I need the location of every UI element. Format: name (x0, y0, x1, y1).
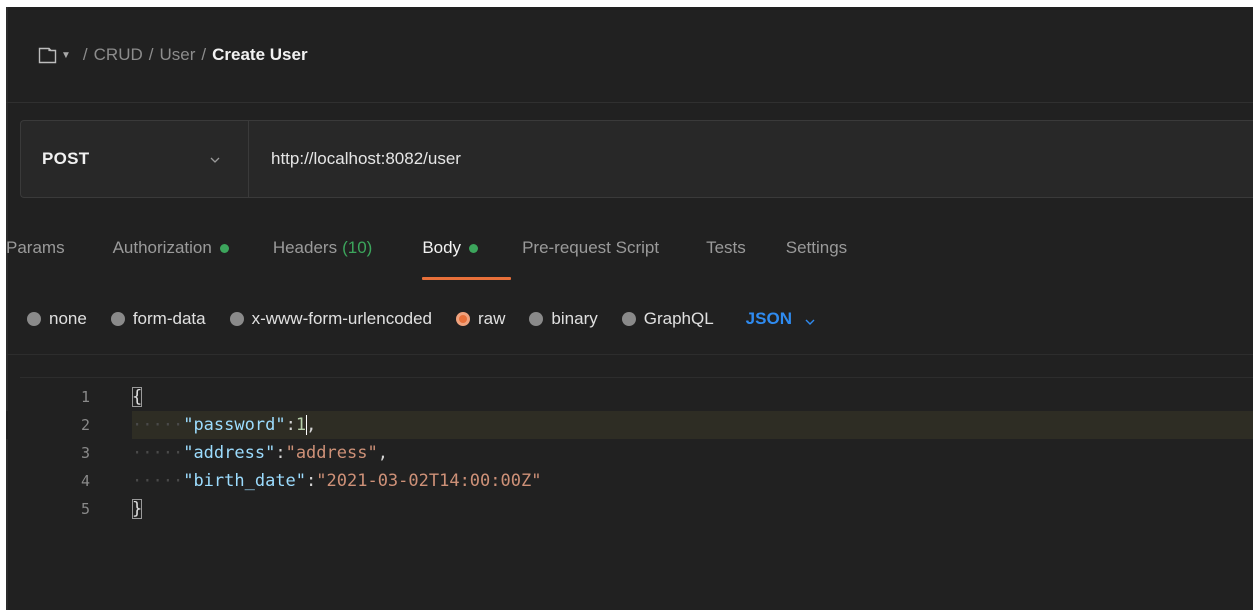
tab-tests[interactable]: Tests (706, 233, 746, 263)
radio-circle[interactable] (229, 312, 244, 326)
json-colon: : (306, 471, 317, 491)
indent-guide: ···· (132, 415, 173, 435)
tab-label: Headers (272, 238, 338, 257)
chevron-down-icon (804, 313, 816, 325)
tab-label: Params (6, 238, 65, 257)
code-line-active: 2 ·····"password":1, (6, 411, 1253, 439)
tab-label: Pre-request Script (522, 238, 660, 257)
caret-down-icon[interactable]: ▼ (61, 50, 71, 61)
radio-label: x-www-form-urlencoded (251, 309, 433, 328)
active-tab-indicator (422, 277, 512, 280)
request-tabs: Params Authorization Headers (10) Body P… (6, 233, 847, 280)
tab-label: Settings (785, 238, 848, 257)
collection-icon[interactable] (38, 47, 57, 64)
json-colon: : (285, 415, 296, 435)
body-format-select[interactable]: JSON (746, 309, 816, 329)
breadcrumb-item-crud[interactable]: CRUD (94, 45, 143, 65)
method-label: POST (42, 149, 90, 168)
indent-guide: · (172, 415, 184, 435)
code-editor[interactable]: 1 { 2 ·····"password":1, 3 ·····"address… (6, 373, 1253, 610)
line-number: 5 (80, 500, 90, 518)
tab-label: Body (422, 238, 462, 257)
line-number: 2 (80, 416, 90, 434)
request-header: ▼ / CRUD / User / Create User (6, 7, 1253, 103)
line-number: 1 (80, 388, 90, 406)
request-title[interactable]: Create User (212, 45, 307, 65)
url-input[interactable]: http://localhost:8082/user (249, 121, 1253, 197)
chevron-down-icon (209, 153, 221, 165)
headers-count: (10) (342, 238, 373, 257)
indent-guide: · (172, 471, 184, 491)
code-content[interactable]: ·····"birth_date":"2021-03-02T14:00:00Z" (132, 471, 541, 491)
tab-settings[interactable]: Settings (786, 233, 847, 263)
breadcrumb: ▼ / CRUD / User / Create User (38, 45, 308, 65)
json-brace: } (132, 499, 143, 519)
breadcrumb-item-user[interactable]: User (159, 45, 195, 65)
tab-pre-request-script[interactable]: Pre-request Script (522, 233, 659, 263)
radio-form-data[interactable]: form-data (110, 309, 206, 329)
radio-circle[interactable] (456, 312, 471, 326)
json-value: "address" (285, 443, 378, 463)
code-line: 5 } (6, 495, 1253, 523)
radio-label: none (49, 309, 87, 328)
radio-circle[interactable] (621, 312, 636, 326)
tab-body[interactable]: Body (422, 233, 512, 280)
method-select[interactable]: POST (21, 121, 249, 197)
json-key: "address" (183, 443, 276, 463)
indent-guide: ···· (132, 443, 173, 463)
breadcrumb-separator: / (148, 45, 154, 64)
tab-params[interactable]: Params (6, 233, 65, 263)
body-type-options: none form-data x-www-form-urlencoded raw… (27, 309, 816, 329)
radio-binary[interactable]: binary (529, 309, 598, 329)
radio-label: raw (478, 309, 506, 328)
status-dot (219, 243, 229, 253)
line-number: 4 (80, 472, 90, 490)
radio-label: binary (551, 309, 598, 328)
radio-graphql[interactable]: GraphQL (621, 309, 714, 329)
code-line: 3 ·····"address":"address", (6, 439, 1253, 467)
json-value: 1 (295, 415, 307, 435)
code-content[interactable]: ·····"address":"address", (132, 443, 388, 463)
divider (6, 354, 1253, 355)
json-key: "password" (183, 415, 286, 435)
body-format-label: JSON (745, 309, 792, 328)
request-bar: POST http://localhost:8082/user (20, 120, 1253, 198)
breadcrumb-separator: / (201, 45, 207, 64)
indent-guide: ···· (132, 471, 173, 491)
request-editor: ▼ / CRUD / User / Create User POST http:… (6, 7, 1253, 610)
radio-circle[interactable] (110, 312, 125, 326)
breadcrumb-separator: / (82, 45, 88, 64)
radio-circle[interactable] (27, 312, 41, 326)
radio-none[interactable]: none (27, 309, 87, 329)
radio-raw[interactable]: raw (456, 309, 505, 329)
tab-label: Tests (706, 238, 746, 257)
json-comma: , (306, 415, 317, 435)
tab-label: Authorization (112, 238, 212, 257)
tab-authorization[interactable]: Authorization (113, 233, 229, 263)
radio-circle[interactable] (529, 312, 544, 326)
radio-label: GraphQL (643, 309, 714, 328)
json-brace: { (132, 387, 143, 407)
json-key: "birth_date" (183, 471, 307, 491)
code-content[interactable]: ·····"password":1, (132, 415, 316, 435)
code-content[interactable]: } (132, 499, 143, 519)
line-number: 3 (80, 444, 90, 462)
json-value: "2021-03-02T14:00:00Z" (316, 471, 542, 491)
code-line: 4 ·····"birth_date":"2021-03-02T14:00:00… (6, 467, 1253, 495)
code-content[interactable]: { (132, 387, 143, 407)
json-comma: , (377, 443, 388, 463)
radio-label: form-data (132, 309, 206, 328)
indent-guide: · (172, 443, 184, 463)
status-dot (469, 243, 479, 253)
radio-x-www-form-urlencoded[interactable]: x-www-form-urlencoded (229, 309, 433, 329)
code-line: 1 { (6, 383, 1253, 411)
json-colon: : (275, 443, 286, 463)
tab-headers[interactable]: Headers (10) (273, 233, 373, 263)
